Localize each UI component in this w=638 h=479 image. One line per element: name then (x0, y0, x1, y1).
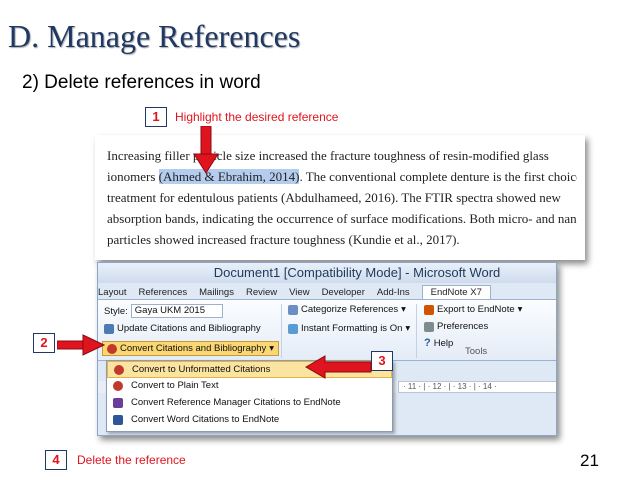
doc-line-2: ionomers (Ahmed & Ebrahim, 2014). The co… (107, 166, 577, 187)
convert-label: Convert Citations and Bibliography (120, 343, 267, 354)
highlighted-citation[interactable]: (Ahmed & Ebrahim, 2014) (158, 169, 300, 184)
update-citations-button[interactable]: Update Citations and Bibliography (104, 323, 261, 334)
doc-line-2-after: . The conventional complete denture is t… (299, 169, 577, 184)
step-1-text: Highlight the desired reference (175, 110, 339, 124)
word-window: Document1 [Compatibility Mode] - Microso… (97, 262, 557, 436)
chevron-down-icon: ▾ (269, 343, 275, 354)
step-3-badge: 3 (371, 351, 393, 371)
doc-line-3: treatment for edentulous patients (Abdul… (107, 190, 561, 205)
slide-title: D. Manage References (8, 18, 301, 54)
help-button[interactable]: ? Help (424, 337, 453, 349)
menu-item-convert-word-citations[interactable]: Convert Word Citations to EndNote (107, 412, 392, 429)
categorize-label: Categorize References (301, 304, 399, 315)
tab-layout[interactable]: Layout (98, 287, 139, 299)
tab-add-ins[interactable]: Add-Ins (377, 287, 422, 299)
preferences-button[interactable]: Preferences (424, 321, 488, 332)
doc-line-4: absorption bands, indicating the occurre… (107, 211, 577, 226)
step-1-arrow-icon (193, 126, 219, 174)
tab-view[interactable]: View (289, 287, 321, 299)
window-title: Document1 [Compatibility Mode] - Microso… (98, 263, 556, 283)
menu-item-label: Convert to Plain Text (131, 380, 219, 391)
step-3-arrow-icon (305, 355, 372, 379)
convert-unformatted-icon (114, 365, 124, 375)
chevron-down-icon: ▾ (517, 304, 523, 315)
slide-subtitle: 2) Delete references in word (22, 72, 261, 93)
chevron-down-icon: ▾ (401, 304, 406, 315)
word-citations-icon (113, 415, 123, 425)
tab-review[interactable]: Review (246, 287, 289, 299)
style-label: Style: (104, 305, 128, 317)
convert-icon (107, 343, 117, 354)
categorize-icon (288, 304, 298, 315)
instant-formatting-button[interactable]: Instant Formatting is On ▾ (288, 323, 410, 334)
step-4-badge: 4 (45, 450, 67, 470)
reference-manager-icon (113, 398, 123, 408)
update-label: Update Citations and Bibliography (117, 323, 261, 334)
doc-line-1: Increasing filler particle size increase… (107, 148, 549, 163)
step-2-arrow-icon (57, 334, 105, 356)
menu-item-label: Convert Reference Manager Citations to E… (131, 397, 341, 408)
style-row: Style: Gaya UKM 2015 (104, 304, 223, 318)
doc-line-2-before: ionomers (107, 169, 159, 184)
categorize-references-button[interactable]: Categorize References ▾ (288, 304, 406, 315)
help-label: Help (433, 337, 454, 349)
gear-icon (424, 321, 434, 332)
page-number: 21 (580, 451, 599, 470)
step-4-text: Delete the reference (77, 453, 186, 467)
ribbon: Style: Gaya UKM 2015 Update Citations an… (98, 299, 556, 361)
export-label: Export to EndNote (437, 304, 515, 315)
doc-line-5: particles showed increased fracture toug… (107, 232, 460, 247)
tab-endnote-x7[interactable]: EndNote X7 (421, 285, 491, 299)
tab-mailings[interactable]: Mailings (199, 287, 246, 299)
menu-item-label: Convert Word Citations to EndNote (131, 414, 280, 425)
export-icon (424, 304, 434, 315)
menu-item-convert-reference-manager[interactable]: Convert Reference Manager Citations to E… (107, 395, 392, 412)
convert-citations-button[interactable]: Convert Citations and Bibliography ▾ (102, 341, 280, 356)
instant-label: Instant Formatting is On (301, 323, 403, 334)
ruler: · 11 · | · 12 · | · 13 · | · 14 · (398, 381, 556, 393)
style-select[interactable]: Gaya UKM 2015 (130, 304, 223, 318)
menu-item-label: Convert to Unformatted Citations (132, 364, 271, 375)
tab-references[interactable]: References (139, 287, 200, 299)
tools-group-label: Tools (465, 346, 488, 357)
tab-developer[interactable]: Developer (322, 287, 377, 299)
menu-item-convert-plain-text[interactable]: Convert to Plain Text (107, 378, 392, 395)
instant-formatting-icon (288, 323, 298, 334)
ribbon-separator (281, 304, 282, 358)
ribbon-separator (416, 304, 417, 358)
convert-plain-text-icon (113, 381, 123, 391)
ribbon-tabs: Layout References Mailings Review View D… (98, 283, 556, 299)
help-icon: ? (424, 337, 431, 349)
preferences-label: Preferences (437, 321, 489, 332)
step-1-badge: 1 (145, 107, 167, 127)
update-icon (104, 323, 114, 334)
step-2-badge: 2 (33, 333, 55, 353)
document-excerpt: Increasing filler particle size increase… (95, 135, 585, 260)
chevron-down-icon: ▾ (405, 323, 411, 334)
export-to-endnote-button[interactable]: Export to EndNote ▾ (424, 304, 522, 315)
